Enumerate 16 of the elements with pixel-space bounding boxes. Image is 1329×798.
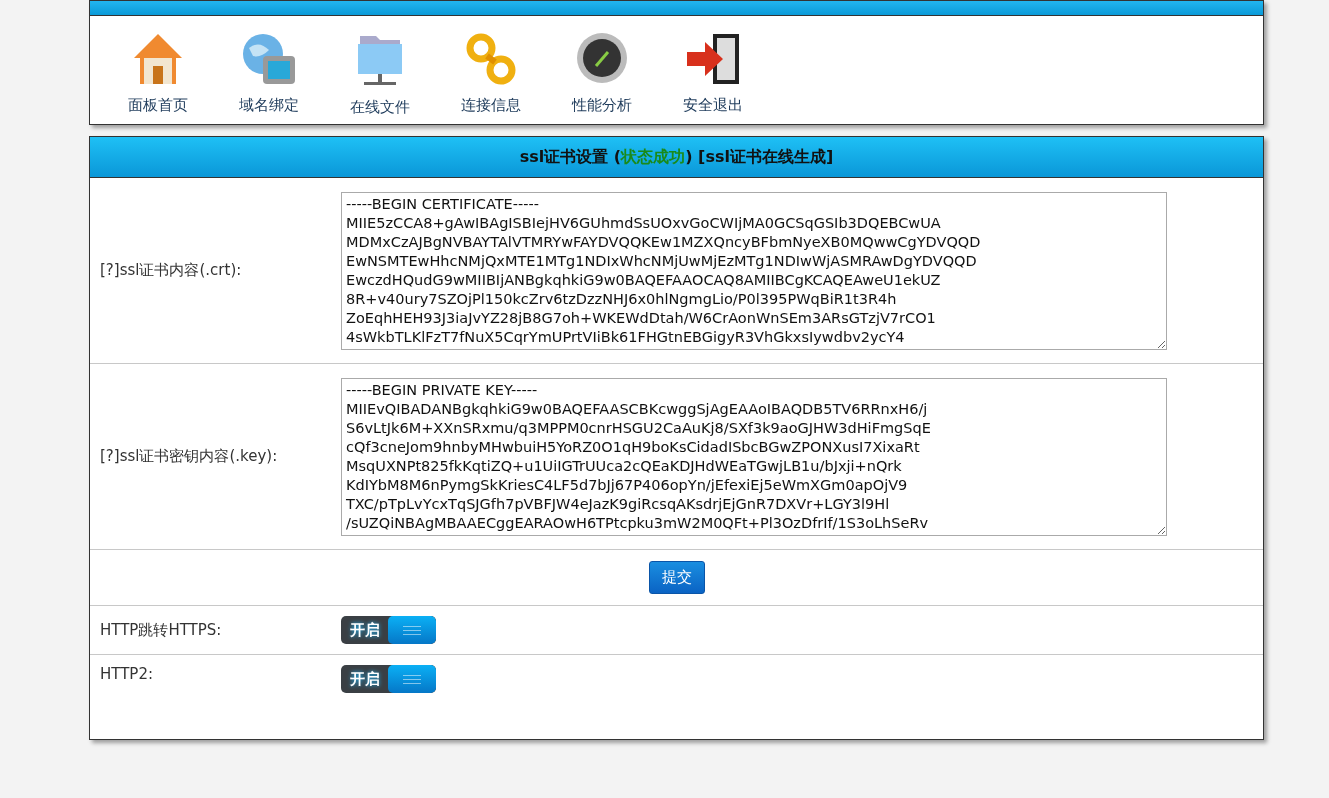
toolbar-link[interactable]: 域名绑定: [213, 30, 324, 124]
certificate-field[interactable]: -----BEGIN CERTIFICATE----- MIIE5zCCA8+gAwIBAgISBIejHV6GUhmdSsUOxvGoCWIjMA0GCSqGSIb3DQEBCwUA MDMxCzAJBgNVBAYTAlVTMRYwFAYDVQQKEw1MZXQncyBFbmNyeXB0MQwwCgYDVQQD EwNSMTEwHhcNMjQxMTE1MTg1NDIxWhcNMjUwMjEzMTg1NDIwWjASMRAwDgYDVQQD EwczdHQudG9wMIIBIjANBgkqhkiG9w0BAQEFAAOCAQ8AMIIBCgKCAQEAweU1ekUZ 8R+v40ury7SZOjPl150kcZrv6tzDzzNHJ6x0hlNgmgLio/P0l395PWqBiR1t3R4h ZoEqhHEH93J3iaJvYZ28jB8G7oh+WKEWdDtah/W6CrAonWnSEm3ARsGTzjV7rCO1 4sWkbTLKlFzT7fNuX5CqrYmUPrtVIiBk61FHGtnEBGigyR3VhGkxsIywdbv2ycY4: [341, 191, 1167, 350]
toolbar-link[interactable]: 安全退出: [657, 30, 768, 124]
submit-button[interactable]: 提交: [648, 561, 705, 594]
toolbar-link[interactable]: 性能分析: [546, 30, 657, 124]
field-label: [?]ssl证书内容(.crt):: [99, 261, 243, 280]
toolbar-link[interactable]: 连接信息: [435, 30, 546, 124]
toolbar-link[interactable]: 面板首页: [102, 30, 213, 124]
field-label: [?]ssl证书密钥内容(.key):: [99, 447, 279, 466]
panel-title: ssl证书设置 (状态成功) [ssl证书在线生成]: [90, 137, 1263, 178]
setting-label: HTTP跳转HTTPS:: [99, 620, 223, 640]
toolbar-link[interactable]: 在线文件: [324, 30, 435, 124]
toggle-switch[interactable]: 开启: [341, 665, 436, 693]
certificate-field[interactable]: -----BEGIN PRIVATE KEY----- MIIEvQIBADANBgkqhkiG9w0BAQEFAASCBKcwggSjAgEAAoIBAQDB5TV6RRnxH6/j S6vLtJk6M+XXnSRxmu/q3MPPM0cnrHSGU2CaAuKj8/SXf3k9aoGJHW3dHiFmgSqE cQf3cneJom9hnbyMHwbuiH5YoRZ0O1qH9boKsCidadISbcBGwZPONXusI7XixaRt MsqUXNPt825fkKqtiZQ+u1UiIGTrUUca2cQEaKDJHdWEaTGwjLB1u/bJxji+nQrk KdIYbM8M6nPymgSkKriesC4LF5d7bJj67P406opYn/jEfexiEj5eWmXGm0apOjV9 TXC/pTpLvYcxTqSJGfh7pVBFJW4eJazK9giRcsqAKsdrjEjGnR7DXVr+LGY3l9Hl /sUZQiNBAgMBAAECggEARAOwH6TPtcpku3mW2M0QFt+Pl3OzDfrIf/1S3oLhSeRv: [341, 377, 1167, 536]
toggle-switch[interactable]: 开启: [341, 616, 436, 644]
setting-label: HTTP2:: [99, 665, 154, 683]
